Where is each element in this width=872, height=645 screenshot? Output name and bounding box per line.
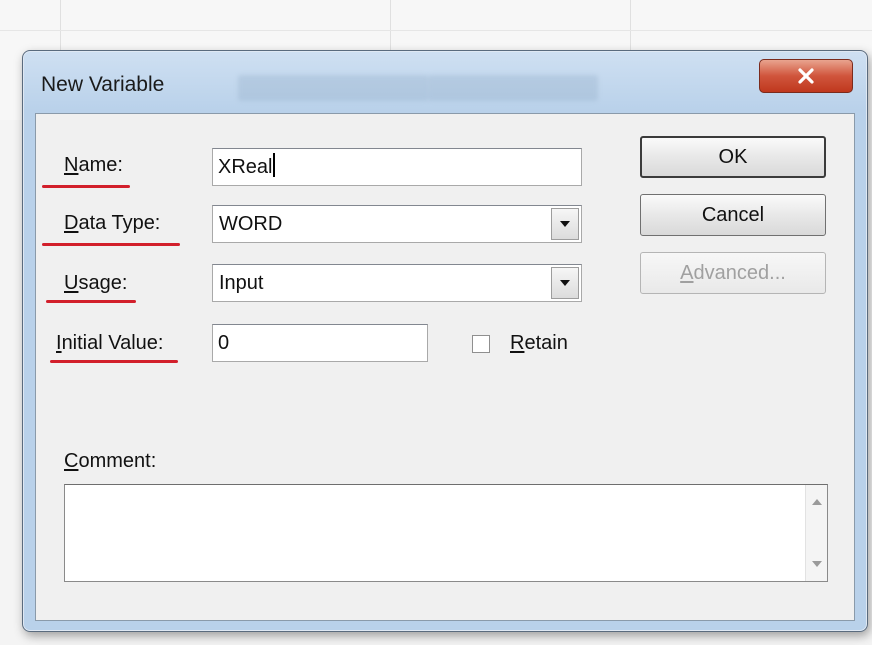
initial-value-label: Initial Value: — [56, 332, 164, 354]
comment-textarea[interactable] — [64, 484, 828, 582]
usage-label: Usage: — [64, 272, 128, 294]
dropdown-button[interactable] — [551, 267, 579, 299]
dialog-body: Name: XReal Data Type: WORD Usage: Input… — [35, 113, 855, 621]
title-bar[interactable]: New Variable — [23, 51, 867, 111]
cancel-button[interactable]: Cancel — [640, 194, 826, 236]
vertical-scrollbar[interactable] — [805, 485, 827, 581]
text-caret — [273, 153, 276, 177]
annotation-underline — [50, 360, 178, 363]
annotation-underline — [46, 300, 136, 303]
close-button[interactable] — [759, 59, 853, 93]
usage-select[interactable]: Input — [212, 264, 582, 302]
chevron-down-icon — [560, 221, 570, 227]
data-type-label: Data Type: — [64, 212, 161, 234]
blurred-background-tab — [428, 75, 598, 101]
scroll-up-icon — [812, 499, 822, 505]
name-label: Name: — [64, 154, 123, 176]
grid-line — [0, 30, 872, 31]
data-type-select[interactable]: WORD — [212, 205, 582, 243]
new-variable-dialog: New Variable Name: XReal Data Type: WORD… — [22, 50, 868, 632]
dropdown-button[interactable] — [551, 208, 579, 240]
retain-checkbox[interactable] — [472, 335, 490, 353]
ok-button[interactable]: OK — [640, 136, 826, 178]
comment-label: Comment: — [64, 450, 157, 472]
scroll-down-icon — [812, 561, 822, 567]
retain-label[interactable]: Retain — [510, 332, 568, 355]
scroll-up-button[interactable] — [806, 491, 828, 513]
annotation-underline — [42, 243, 180, 246]
annotation-underline — [42, 185, 130, 188]
initial-value-input[interactable]: 0 — [212, 324, 428, 362]
advanced-button: Advanced... — [640, 252, 826, 294]
name-input[interactable]: XReal — [212, 148, 582, 186]
scroll-down-button[interactable] — [806, 553, 828, 575]
chevron-down-icon — [560, 280, 570, 286]
blurred-background-tab — [238, 75, 428, 101]
dialog-title: New Variable — [41, 73, 165, 96]
close-icon — [798, 68, 814, 84]
